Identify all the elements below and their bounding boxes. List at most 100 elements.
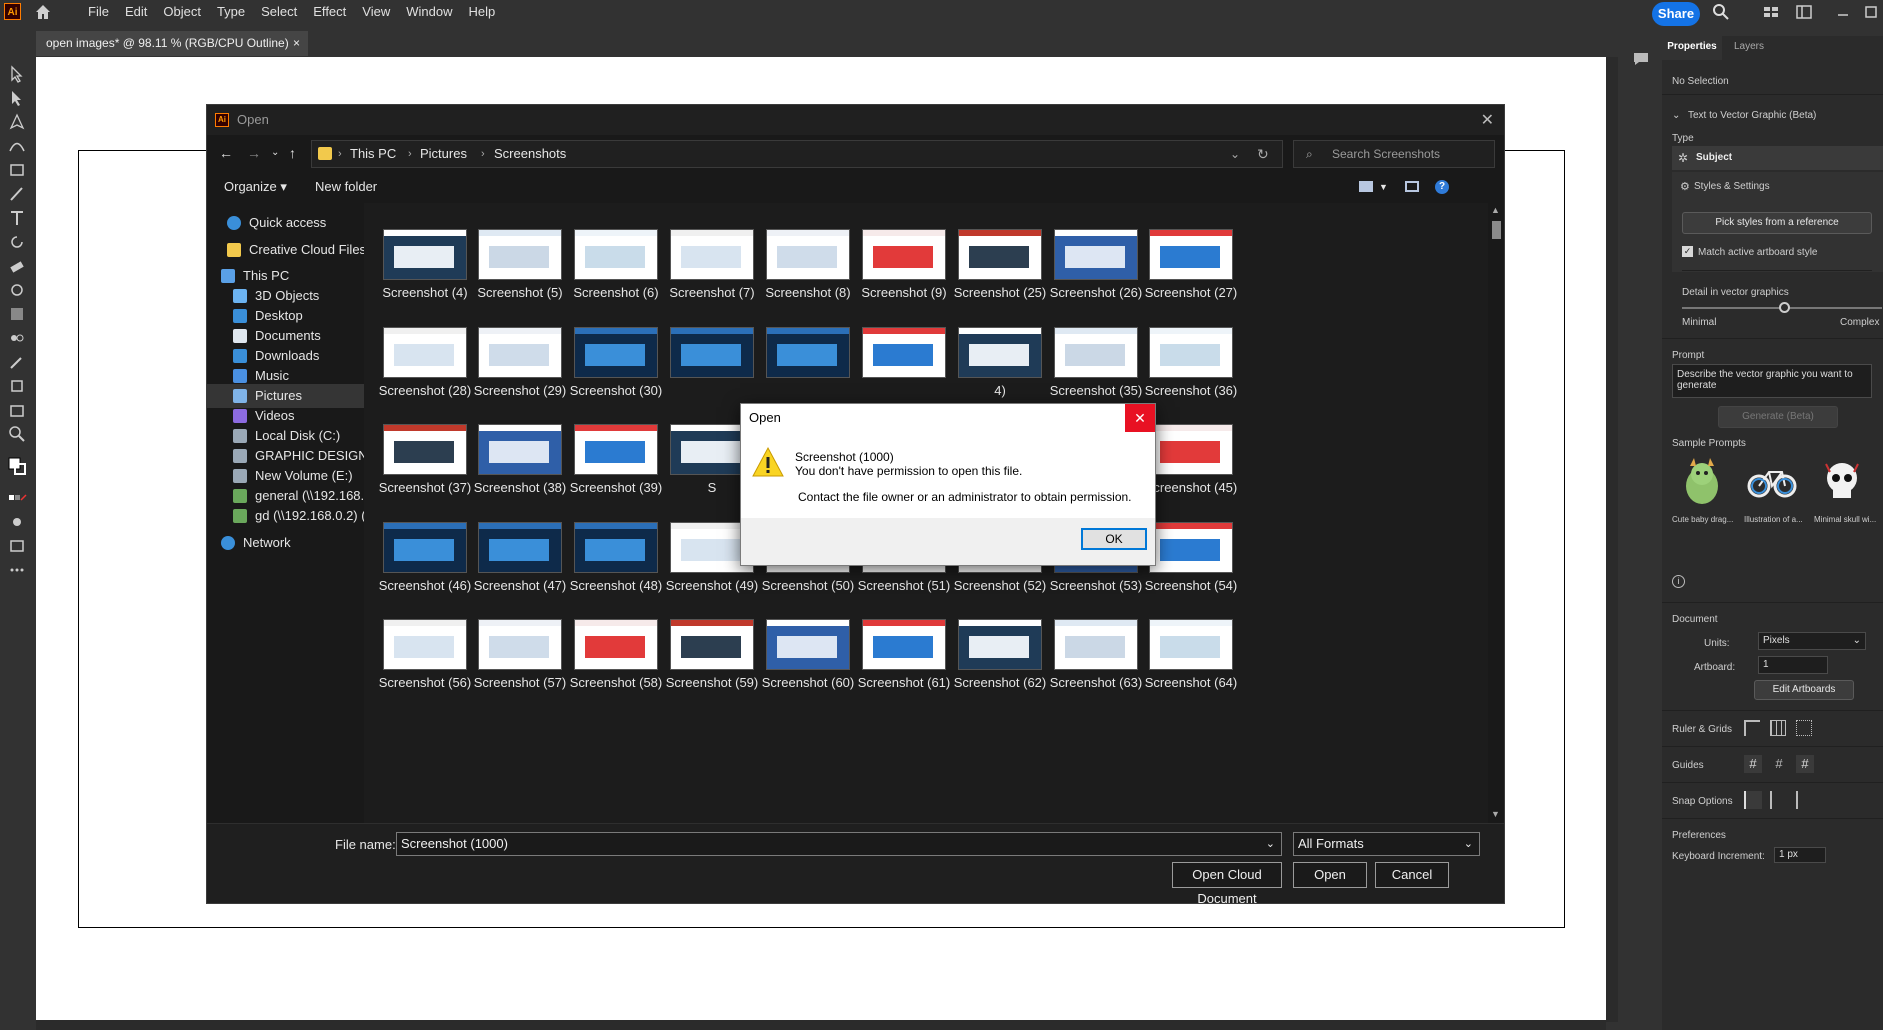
file-item[interactable]: Screenshot (57) [472, 619, 568, 723]
selection-tool-icon[interactable] [7, 64, 27, 84]
file-item[interactable]: Screenshot (7) [664, 229, 760, 333]
file-item[interactable]: Screenshot (60) [760, 619, 856, 723]
arrange-documents-icon[interactable] [1762, 3, 1780, 21]
error-dialog-close-icon[interactable]: ✕ [1125, 404, 1155, 432]
file-item[interactable]: Screenshot (47) [472, 522, 568, 626]
maximize-icon[interactable] [1862, 3, 1880, 21]
screen-mode-icon[interactable] [7, 536, 27, 556]
file-item[interactable]: Screenshot (5) [472, 229, 568, 333]
file-item[interactable]: Screenshot (36) [1143, 327, 1239, 431]
grid-icon[interactable] [1770, 720, 1786, 736]
units-select[interactable]: Pixels ⌄ [1758, 632, 1866, 650]
preview-pane-icon[interactable] [1405, 181, 1419, 192]
up-icon[interactable]: ↑ [289, 145, 296, 161]
file-item[interactable]: Screenshot (46) [377, 522, 473, 626]
scroll-up-icon[interactable]: ▲ [1491, 205, 1500, 215]
scroll-down-icon[interactable]: ▼ [1491, 809, 1500, 819]
edit-artboards-button[interactable]: Edit Artboards [1754, 680, 1854, 700]
tab-properties[interactable]: Properties [1662, 36, 1722, 60]
nav-item[interactable]: Network [207, 531, 364, 555]
file-item[interactable]: Screenshot (39) [568, 424, 664, 528]
styles-settings-label[interactable]: Styles & Settings [1694, 181, 1770, 192]
direct-selection-tool-icon[interactable] [7, 88, 27, 108]
smart-guides-icon[interactable]: # [1796, 755, 1814, 773]
lock-guides-icon[interactable]: # [1770, 755, 1788, 773]
file-type-select[interactable]: All Formats ⌄ [1293, 832, 1480, 856]
menu-help[interactable]: Help [460, 0, 503, 24]
text-to-vector-header[interactable]: Text to Vector Graphic (Beta) [1688, 110, 1816, 121]
menu-type[interactable]: Type [209, 0, 253, 24]
search-icon[interactable] [1712, 3, 1730, 21]
canvas-horizontal-scrollbar[interactable] [36, 1020, 1606, 1030]
width-tool-icon[interactable] [7, 280, 27, 300]
file-item[interactable]: Screenshot (30) [568, 327, 664, 431]
drawing-mode-icon[interactable] [7, 512, 27, 532]
minimize-icon[interactable] [1834, 3, 1852, 21]
artboard-tool-icon[interactable] [7, 400, 27, 420]
file-item[interactable]: Screenshot (62) [952, 619, 1048, 723]
breadcrumb-screenshots[interactable]: Screenshots [494, 141, 566, 167]
open-button[interactable]: Open [1293, 862, 1367, 888]
chevron-down-icon[interactable]: ⌄ [1672, 110, 1680, 121]
prompt-textarea[interactable]: Describe the vector graphic you want to … [1672, 364, 1872, 398]
menu-select[interactable]: Select [253, 0, 305, 24]
file-item[interactable]: Screenshot (25) [952, 229, 1048, 333]
search-input[interactable]: ⌕ Search Screenshots [1293, 140, 1495, 168]
menu-effect[interactable]: Effect [305, 0, 354, 24]
guides-icon[interactable]: # [1744, 755, 1762, 773]
cancel-button[interactable]: Cancel [1375, 862, 1449, 888]
bicycle-sample-image[interactable] [1744, 454, 1800, 510]
artboard-select[interactable]: 1 [1758, 656, 1828, 674]
zoom-tool-icon[interactable] [7, 424, 27, 444]
chevron-down-icon[interactable]: ▼ [1379, 171, 1388, 203]
snap-to-point-icon[interactable] [1744, 791, 1762, 809]
eraser-tool-icon[interactable] [7, 256, 27, 276]
file-item[interactable]: Screenshot (59) [664, 619, 760, 723]
home-icon[interactable] [34, 3, 52, 21]
eyedropper-tool-icon[interactable] [7, 352, 27, 372]
tab-layers[interactable]: Layers [1734, 36, 1764, 58]
file-item[interactable]: Screenshot (64) [1143, 619, 1239, 723]
snap-to-pixel-icon[interactable] [1770, 791, 1788, 809]
dragon-sample-image[interactable] [1674, 454, 1730, 510]
menu-view[interactable]: View [354, 0, 398, 24]
file-item[interactable]: Screenshot (54) [1143, 522, 1239, 626]
keyboard-increment-input[interactable]: 1 px [1774, 847, 1826, 863]
file-item[interactable]: Screenshot (38) [472, 424, 568, 528]
open-cloud-document-button[interactable]: Open Cloud Document [1172, 862, 1282, 906]
file-item[interactable]: Screenshot (45) [1143, 424, 1239, 528]
file-name-input[interactable]: Screenshot (1000) ⌄ [396, 832, 1282, 856]
view-options-icon[interactable] [1359, 181, 1373, 192]
file-item[interactable]: Screenshot (48) [568, 522, 664, 626]
snap-to-glyph-icon[interactable] [1796, 791, 1814, 809]
type-tool-icon[interactable] [7, 208, 27, 228]
new-folder-button[interactable]: New folder [315, 171, 377, 203]
menu-file[interactable]: File [80, 0, 117, 24]
file-item[interactable]: Screenshot (27) [1143, 229, 1239, 333]
document-tab[interactable]: open images* @ 98.11 % (RGB/CPU Outline)… [36, 31, 308, 56]
file-item[interactable]: Screenshot (26) [1048, 229, 1144, 333]
nav-item[interactable]: gd (\\192.168.0.2) (Z [207, 504, 364, 528]
organize-button[interactable]: Organize ▾ [224, 171, 287, 203]
blend-tool-icon[interactable] [7, 328, 27, 348]
menu-object[interactable]: Object [155, 0, 209, 24]
breadcrumb-this-pc[interactable]: This PC [350, 141, 396, 167]
match-artboard-checkbox[interactable]: ✓ [1682, 246, 1693, 257]
file-item[interactable]: Screenshot (63) [1048, 619, 1144, 723]
gradient-tool-icon[interactable] [7, 304, 27, 324]
dialog-close-icon[interactable]: ✕ [1481, 110, 1494, 130]
scrollbar-thumb[interactable] [1492, 221, 1501, 239]
subject-selector[interactable]: ✲ Subject [1672, 146, 1883, 170]
file-item[interactable]: Screenshot (61) [856, 619, 952, 723]
skull-sample-image[interactable] [1814, 454, 1870, 510]
help-icon[interactable]: ? [1435, 180, 1449, 194]
curvature-tool-icon[interactable] [7, 136, 27, 156]
canvas-vertical-scrollbar[interactable] [1606, 57, 1618, 1022]
pen-tool-icon[interactable] [7, 112, 27, 132]
workspace-icon[interactable] [1795, 3, 1813, 21]
file-item[interactable]: Screenshot (6) [568, 229, 664, 333]
file-item[interactable]: Screenshot (9) [856, 229, 952, 333]
forward-icon[interactable]: → [247, 145, 261, 161]
recent-locations-icon[interactable]: ⌄ [271, 147, 279, 158]
refresh-icon[interactable]: ↻ [1257, 141, 1269, 167]
